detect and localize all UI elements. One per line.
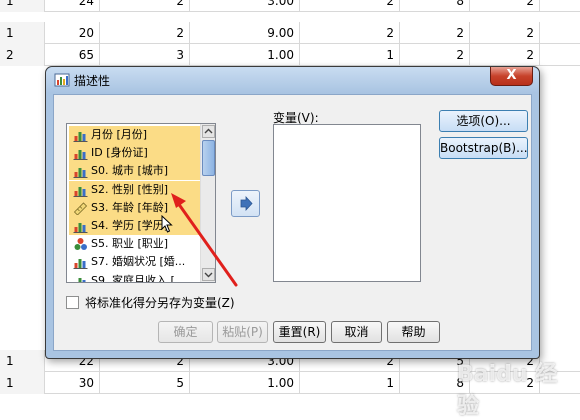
sheet-cell[interactable]: 2 bbox=[300, 0, 400, 12]
sheet-cell[interactable]: 2 bbox=[470, 44, 540, 66]
save-standardized-label[interactable]: 将标准化得分另存为变量(Z) bbox=[85, 294, 235, 311]
bar-chart-icon bbox=[74, 277, 86, 282]
variable-item[interactable]: S5. 职业 [职业] bbox=[69, 235, 202, 253]
sheet-cell[interactable]: 2 bbox=[300, 22, 400, 44]
variable-item[interactable]: S9. 家庭月收入 [... bbox=[69, 272, 202, 283]
bar-chart-icon bbox=[73, 150, 88, 161]
sheet-row: 2 65 3 1.00 1 2 2 bbox=[0, 44, 580, 66]
sheet-cell[interactable]: 30 bbox=[45, 372, 100, 394]
row-number[interactable]: 2 bbox=[0, 44, 45, 66]
list-scrollbar[interactable] bbox=[200, 124, 215, 282]
sheet-cell[interactable]: 65 bbox=[45, 44, 100, 66]
sheet-cell[interactable]: 2 bbox=[100, 0, 190, 12]
sheet-cell[interactable]: 2 bbox=[470, 22, 540, 44]
sheet-row: 1 24 2 3.00 2 8 2 bbox=[0, 0, 580, 12]
dialog-titlebar[interactable]: 描述性 X bbox=[46, 67, 539, 93]
sheet-cell[interactable]: 1 bbox=[300, 44, 400, 66]
dialog-title: 描述性 bbox=[74, 74, 111, 88]
bar-chart-icon bbox=[73, 223, 88, 233]
chevron-down-icon bbox=[204, 272, 213, 278]
variable-label: S3. 年龄 [年龄] bbox=[91, 200, 169, 214]
close-icon: X bbox=[506, 68, 517, 83]
sheet-row: 1 20 2 9.00 2 2 2 bbox=[0, 22, 580, 44]
cancel-button[interactable]: 取消 bbox=[331, 321, 382, 343]
variable-label: 月份 [月份] bbox=[91, 128, 148, 141]
target-variables-list[interactable] bbox=[273, 124, 421, 282]
baidu-watermark: Baidu 经验 bbox=[457, 362, 558, 419]
options-button[interactable]: 选项(O)... bbox=[439, 110, 528, 132]
sheet-cell[interactable]: 2 bbox=[400, 44, 470, 66]
ruler-icon bbox=[73, 202, 88, 215]
scroll-up-button[interactable] bbox=[202, 125, 215, 138]
variable-item[interactable]: S4. 学历 [学历] bbox=[69, 217, 202, 235]
chevron-up-icon bbox=[204, 128, 213, 134]
close-button[interactable]: X bbox=[490, 67, 533, 86]
variable-item[interactable]: S2. 性别 [性别] bbox=[69, 180, 202, 199]
descriptives-icon bbox=[54, 73, 70, 87]
variable-item[interactable]: ID [身份证] bbox=[69, 144, 202, 163]
variable-label: S9. 家庭月收入 [... bbox=[91, 273, 186, 283]
sheet-cell[interactable]: 1 bbox=[300, 372, 400, 394]
variable-label: S2. 性别 [性别] bbox=[91, 182, 169, 196]
nominal-icon bbox=[74, 238, 87, 251]
sheet-cell[interactable]: 3 bbox=[100, 44, 190, 66]
dialog-body: 月份 [月份] ID [身份证] S0. 城市 [城市] S2. 性别 [性别] S3.… bbox=[53, 94, 532, 351]
sheet-cell[interactable]: 24 bbox=[45, 0, 100, 12]
sheet-cell[interactable]: 8 bbox=[400, 0, 470, 12]
save-standardized-checkbox[interactable] bbox=[66, 296, 79, 309]
sheet-cell[interactable]: 20 bbox=[45, 22, 100, 44]
scroll-thumb[interactable] bbox=[202, 140, 215, 176]
mouse-cursor-icon bbox=[161, 215, 173, 233]
sheet-cell[interactable]: 1.00 bbox=[190, 44, 300, 66]
sheet-cell[interactable]: 1.00 bbox=[190, 372, 300, 394]
move-to-variables-button[interactable] bbox=[231, 190, 260, 217]
bar-chart-icon bbox=[73, 186, 88, 197]
row-number[interactable]: 1 bbox=[0, 350, 45, 372]
reset-button[interactable]: 重置(R) bbox=[273, 321, 326, 343]
bar-chart-icon bbox=[73, 259, 88, 270]
arrow-right-icon bbox=[240, 195, 253, 212]
sheet-cell[interactable]: 2 bbox=[470, 0, 540, 12]
variable-label: S0. 城市 [城市] bbox=[91, 164, 169, 178]
variable-label: S7. 婚姻状况 [婚... bbox=[91, 255, 186, 269]
row-number[interactable]: 1 bbox=[0, 22, 45, 44]
variable-item[interactable]: S3. 年龄 [年龄] bbox=[69, 198, 202, 217]
help-button[interactable]: 帮助 bbox=[387, 321, 440, 343]
bar-chart-icon bbox=[73, 168, 88, 179]
source-variable-list[interactable]: 月份 [月份] ID [身份证] S0. 城市 [城市] S2. 性别 [性别] S3.… bbox=[66, 123, 216, 283]
ok-button[interactable]: 确定 bbox=[158, 321, 213, 343]
variable-item[interactable]: S0. 城市 [城市] bbox=[69, 162, 202, 181]
bootstrap-button[interactable]: Bootstrap(B)... bbox=[439, 137, 528, 159]
paste-button[interactable]: 粘贴(P) bbox=[217, 321, 268, 343]
variable-item[interactable]: 月份 [月份] bbox=[69, 126, 202, 144]
row-number[interactable]: 1 bbox=[0, 0, 45, 12]
descriptives-dialog: 描述性 X 月份 [月份] ID [身份证] S0. 城市 [城市] S2. 性别 [… bbox=[45, 66, 540, 359]
bar-chart-icon bbox=[73, 132, 88, 142]
scroll-down-button[interactable] bbox=[202, 268, 215, 281]
sheet-cell[interactable]: 2 bbox=[400, 22, 470, 44]
row-number[interactable]: 1 bbox=[0, 372, 45, 394]
sheet-cell[interactable]: 9.00 bbox=[190, 22, 300, 44]
variable-label: S5. 职业 [职业] bbox=[91, 237, 169, 251]
sheet-cell[interactable]: 2 bbox=[100, 22, 190, 44]
variable-item[interactable]: S7. 婚姻状况 [婚... bbox=[69, 253, 202, 271]
variable-label: ID [身份证] bbox=[91, 146, 148, 160]
sheet-cell[interactable]: 3.00 bbox=[190, 0, 300, 12]
sheet-cell[interactable]: 5 bbox=[100, 372, 190, 394]
variable-label: S4. 学历 [学历] bbox=[91, 219, 169, 232]
